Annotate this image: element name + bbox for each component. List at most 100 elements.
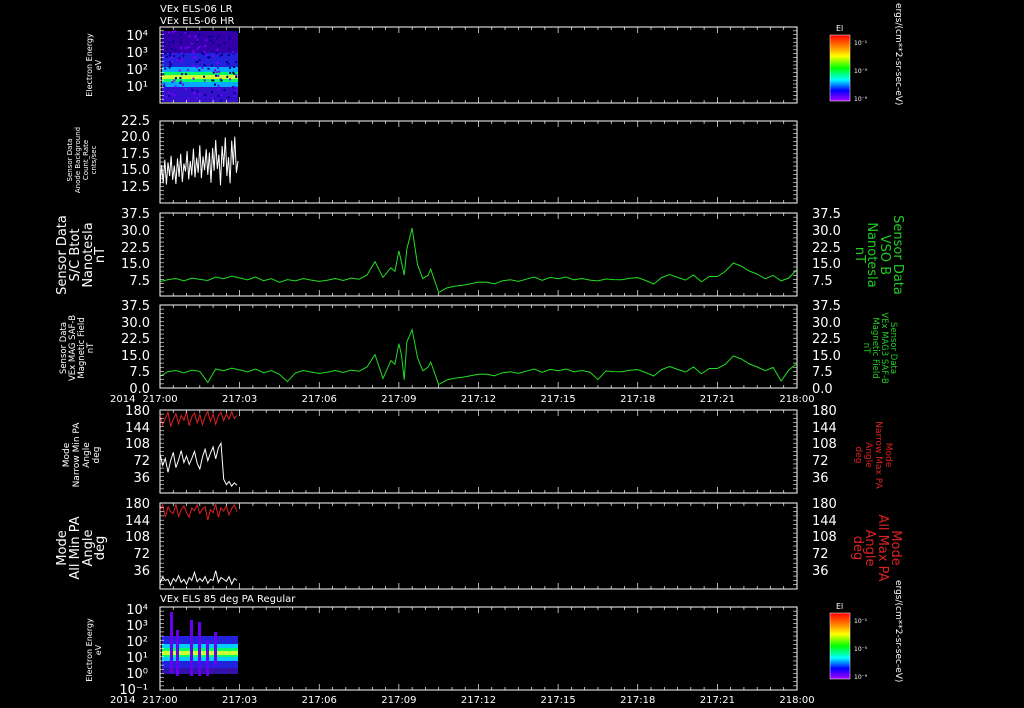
panel-4-frame [159, 304, 798, 389]
spectrogram-pixel [211, 55, 214, 58]
p5-ytick-r-3: 72 [812, 454, 829, 469]
panel-4-line [159, 328, 798, 386]
panel-6-min-line [159, 570, 238, 587]
x-year-mid: 2014 [110, 394, 135, 405]
x-tick-label: 217:06 [302, 394, 337, 405]
spectrogram-pixel [180, 33, 183, 36]
spectrogram-pixel [211, 97, 214, 100]
p5-ylabel-1: Narrow Min PA [72, 422, 82, 488]
x-tick-label: 217:06 [302, 695, 337, 706]
spectrogram-pixel [218, 70, 221, 73]
spectrogram-pixel [210, 39, 213, 42]
p5-ytick-3: 72 [133, 454, 150, 469]
spectrogram-pixel [192, 64, 195, 67]
spectrogram-pixel [192, 51, 195, 54]
p6-ytick-r-4: 36 [812, 564, 829, 579]
spectrogram-pixel [216, 48, 219, 51]
p5-ylabel-0: Mode [62, 442, 72, 467]
spectrogram-pixel [196, 60, 199, 63]
spectrogram-pixel [204, 93, 207, 96]
panel-6-frame [159, 502, 798, 590]
p5-ytick-r-4: 36 [812, 471, 829, 486]
p5-ytick-0: 180 [125, 404, 150, 419]
spectrogram-pixel [203, 75, 206, 78]
spectrogram-pixel [191, 88, 194, 91]
spectrogram-pixel [235, 89, 238, 92]
p6-ylabel-3: deg [93, 536, 108, 561]
panel-2-frame [159, 120, 798, 204]
x-tick-label: 217:09 [381, 695, 416, 706]
p1-ylabel-0: Electron Energy [85, 33, 94, 97]
spectrogram-pixel [198, 93, 201, 96]
p1-ytick-1: 10³ [126, 46, 148, 61]
spectrogram-pixel [173, 79, 176, 82]
x-axis-mid: 2014 217:00 217:03 217:06 217:09 217:12 217:1… [110, 394, 815, 405]
spectrogram-pixel [165, 55, 168, 58]
x-tick-label: 217:12 [461, 394, 496, 405]
spectrogram-pixel [194, 56, 197, 59]
p5-ytick-r-0: 180 [812, 404, 837, 419]
spectrogram-pixel [215, 71, 218, 74]
p3-ytick-r-2: 22.5 [812, 241, 841, 256]
spectrogram-pixel [179, 41, 182, 44]
spectrogram-pixel [170, 61, 173, 64]
p4-ytick-r-3: 15.0 [812, 349, 841, 364]
spectrogram-pixel [180, 58, 183, 61]
spectrogram-pixel [163, 42, 166, 45]
spectrogram-pixel [179, 77, 182, 80]
spectrogram-streak [214, 632, 217, 666]
panel-5-min-line [159, 441, 238, 487]
spectrogram-pixel [218, 34, 221, 37]
p3-ytick-3: 15.0 [121, 257, 150, 272]
p7-ytick-3: 10¹ [126, 651, 148, 666]
panel-3: 37.5 30.0 22.5 15.0 7.5 37.5 30.0 22.5 1… [55, 207, 905, 297]
spectrogram-pixel [227, 54, 230, 57]
p5-ylabel-r-0: Mode [883, 443, 893, 468]
spectrogram-pixel [196, 66, 199, 69]
spectrogram-pixel [187, 98, 190, 101]
x-tick-label: 217:15 [541, 394, 576, 405]
p1-cbar-tick-1: 10⁻⁵ [854, 68, 868, 75]
p2-ylabel-3: cnts/sec [90, 145, 98, 174]
spectrogram-pixel [163, 85, 166, 88]
spectrogram-pixel [212, 41, 215, 44]
p7-units: ergs/(cm**2-sr-sec-eV) [893, 580, 903, 682]
header-line2: VEx ELS-06 HR [160, 16, 235, 27]
p3-ytick-r-4: 7.5 [812, 274, 833, 289]
spectrogram-pixel [164, 67, 167, 70]
spectrogram-pixel [162, 55, 165, 58]
panel6-title: VEx ELS 85 deg PA Regular [160, 594, 296, 605]
p4-ytick-r-4: 7.5 [812, 365, 833, 380]
p1-cbar-tick-0: 10⁻¹ [854, 40, 868, 47]
p5-ytick-2: 108 [125, 437, 150, 452]
spectrogram-pixel [210, 90, 213, 93]
spectrogram-pixel [168, 44, 171, 47]
spectrogram-pixel [220, 94, 223, 97]
spectrogram-pixel [179, 80, 182, 83]
p7-colorbar [829, 612, 851, 680]
p1-ylabel-1: eV [94, 59, 103, 70]
spectrogram-pixel [186, 68, 189, 71]
x-tick-label: 218:00 [779, 394, 814, 405]
spectrogram-pixel [203, 50, 206, 53]
p5-ylabel-r-3: deg [853, 447, 863, 464]
p3-ytick-r-1: 30.0 [812, 224, 841, 239]
spectrogram-pixel [174, 77, 177, 80]
spectrogram-pixel [227, 96, 230, 99]
spectrogram-pixel [182, 54, 185, 57]
p2-ytick-1: 20.0 [121, 130, 150, 145]
spectrogram-pixel [220, 99, 223, 102]
p4-ylabel-r-3: nT [861, 343, 871, 354]
p6-ytick-2: 108 [125, 530, 150, 545]
p7-ytick-2: 10² [126, 635, 148, 650]
p4-ytick-r-1: 30.0 [812, 316, 841, 331]
p5-ytick-1: 144 [125, 421, 150, 436]
spectrogram-pixel [185, 88, 188, 91]
spectrogram-pixel [194, 35, 197, 38]
p7-ytick-0: 10⁴ [126, 603, 148, 618]
p4-ytick-4: 7.5 [129, 365, 150, 380]
spectrogram-pixel [196, 40, 199, 43]
p6-ytick-r-1: 144 [812, 514, 837, 529]
spectrogram-pixel [205, 39, 208, 42]
spectrogram-pixel [216, 66, 219, 69]
